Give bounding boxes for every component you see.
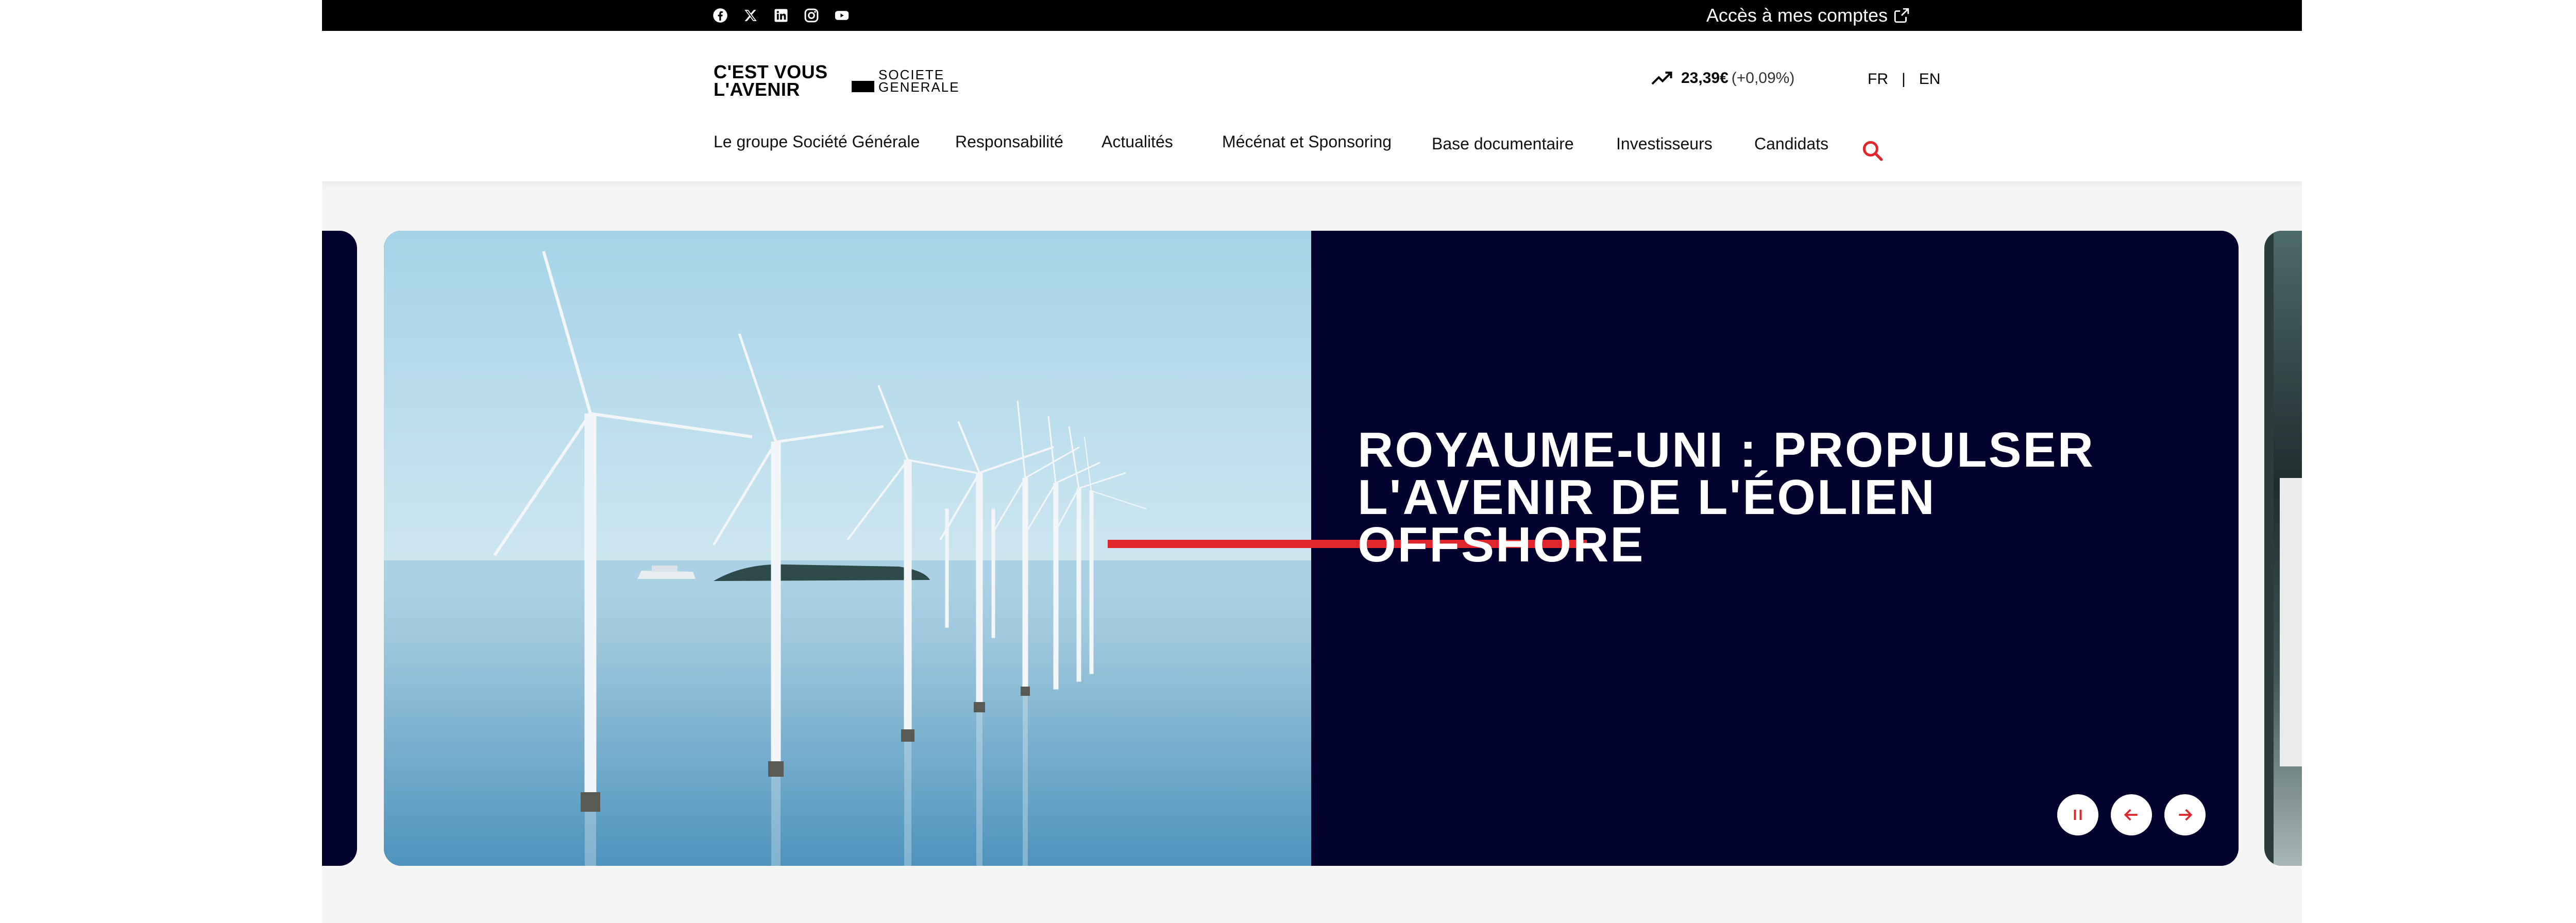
youtube-icon[interactable] bbox=[834, 7, 850, 24]
carousel-next-button[interactable] bbox=[2164, 794, 2206, 835]
logo-slogan: C'EST VOUS L'AVENIR bbox=[714, 61, 828, 100]
nav-investisseurs[interactable]: Investisseurs bbox=[1616, 134, 1713, 153]
logo-slogan-line2: L'AVENIR bbox=[714, 79, 800, 100]
linkedin-icon[interactable] bbox=[773, 7, 789, 24]
carousel-prev-button[interactable] bbox=[2111, 794, 2152, 835]
accounts-link[interactable]: Accès à mes comptes bbox=[1706, 0, 1910, 31]
lang-en[interactable]: EN bbox=[1919, 71, 1941, 88]
nav-le-groupe[interactable]: Le groupe Société Générale bbox=[714, 132, 920, 151]
arrow-right-icon bbox=[2179, 809, 2193, 821]
search-icon bbox=[1862, 141, 1883, 161]
stock-price: 23,39€ bbox=[1681, 70, 1728, 87]
lang-fr[interactable]: FR bbox=[1868, 71, 1888, 88]
carousel-pause-button[interactable] bbox=[2057, 794, 2098, 835]
language-switcher: FR | EN bbox=[1868, 69, 1940, 90]
nav-actualites[interactable]: Actualités bbox=[1101, 132, 1173, 151]
top-bar: Accès à mes comptes bbox=[322, 0, 2302, 31]
search-button[interactable] bbox=[1860, 138, 1886, 164]
logo-brand: SOCIETE GENERALE bbox=[878, 68, 960, 95]
stock-ticker[interactable]: 23,39€ (+0,09%) bbox=[1651, 68, 1794, 89]
carousel-next-slide[interactable] bbox=[2264, 231, 2302, 866]
logo-black-bar bbox=[852, 81, 874, 92]
stock-change: (+0,09%) bbox=[1731, 70, 1795, 87]
header: C'EST VOUS L'AVENIR SOCIETE GENERALE 23,… bbox=[322, 31, 2302, 181]
trending-up-icon bbox=[1651, 71, 1672, 85]
external-link-icon bbox=[1894, 8, 1909, 23]
logo[interactable]: C'EST VOUS L'AVENIR SOCIETE GENERALE bbox=[714, 63, 971, 105]
nav-candidats[interactable]: Candidats bbox=[1754, 134, 1828, 153]
slide-title[interactable]: ROYAUME-UNI : PROPULSER L'AVENIR DE L'ÉO… bbox=[1358, 422, 2182, 572]
logo-slogan-line1: C'EST VOUS bbox=[714, 61, 828, 82]
nav-responsabilite[interactable]: Responsabilité bbox=[955, 132, 1063, 151]
pause-icon bbox=[2074, 810, 2082, 820]
carousel-prev-slide[interactable] bbox=[322, 231, 357, 866]
next-slide-image-highlight bbox=[2280, 478, 2302, 766]
page: Accès à mes comptes C'EST VOUS L'AVENIR … bbox=[322, 0, 2302, 923]
wind-turbines-photo bbox=[384, 231, 1311, 866]
carousel-slide[interactable]: ROYAUME-UNI : PROPULSER L'AVENIR DE L'ÉO… bbox=[384, 231, 2239, 866]
x-twitter-icon[interactable] bbox=[742, 7, 759, 24]
arrow-left-icon bbox=[2124, 809, 2138, 821]
instagram-icon[interactable] bbox=[803, 7, 820, 24]
slide-title-line2: L'AVENIR DE L'ÉOLIEN OFFSHORE bbox=[1358, 470, 1936, 572]
lang-separator: | bbox=[1902, 71, 1906, 88]
logo-brand-line2: GENERALE bbox=[878, 79, 960, 95]
facebook-icon[interactable] bbox=[712, 7, 728, 24]
slide-title-line1: ROYAUME-UNI : PROPULSER bbox=[1358, 422, 2095, 477]
nav-mecenat-sponsoring[interactable]: Mécénat et Sponsoring bbox=[1222, 132, 1392, 151]
accounts-label: Accès à mes comptes bbox=[1706, 5, 1888, 26]
nav-base-documentaire[interactable]: Base documentaire bbox=[1432, 134, 1574, 153]
